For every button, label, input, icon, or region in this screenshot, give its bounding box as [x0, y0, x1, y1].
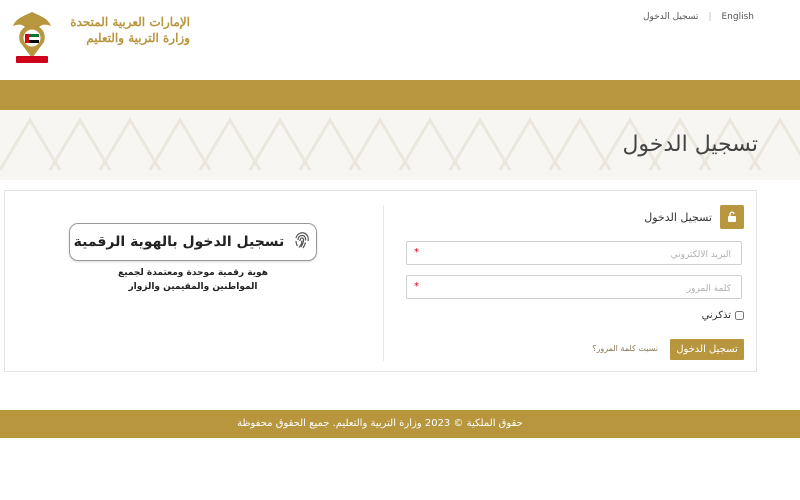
email-input[interactable] [407, 244, 741, 266]
site-footer: حقوق الملكية © 2023 وزارة التربية والتعل… [0, 410, 800, 438]
login-button[interactable]: تسجيل الدخول [670, 339, 744, 360]
top-login-link[interactable]: تسجيل الدخول [643, 12, 698, 22]
lock-icon [720, 205, 744, 229]
email-field: * [406, 241, 742, 266]
uaepass-description: هوية رقمية موحدة ومعتمدة لجميع المواطنين… [69, 266, 317, 294]
password-required-mark: * [414, 281, 419, 292]
uaepass-desc-line2: المواطنين والمقيمين والزوار [128, 282, 258, 292]
panel-divider [383, 205, 384, 361]
page-title: تسجيل الدخول [622, 132, 758, 157]
forgot-password-link[interactable]: نسيت كلمة المرور؟ [592, 344, 658, 353]
nav-bar [0, 80, 800, 110]
fingerprint-icon [292, 230, 312, 254]
uaepass-login-button[interactable]: تسجيل الدخول بالهوية الرقمية [69, 223, 317, 261]
form-title: تسجيل الدخول [644, 210, 712, 224]
password-field: * [406, 275, 742, 300]
language-english-link[interactable]: English [722, 12, 755, 22]
email-required-mark: * [414, 247, 419, 258]
uaepass-desc-line1: هوية رقمية موحدة ومعتمدة لجميع [118, 268, 268, 278]
remember-me-checkbox[interactable] [735, 311, 744, 320]
remember-me-label: تذكرني [701, 310, 731, 321]
org-name-line2: وزارة التربية والتعليم [86, 31, 190, 45]
top-links: تسجيل الدخول | English [643, 12, 754, 22]
organization-name: الإمارات العربية المتحدة وزارة التربية و… [60, 14, 190, 46]
footer-copyright: حقوق الملكية © 2023 وزارة التربية والتعل… [237, 418, 523, 429]
site-header: الإمارات العربية المتحدة وزارة التربية و… [0, 0, 800, 80]
uae-emblem-icon[interactable] [10, 8, 54, 66]
org-name-line1: الإمارات العربية المتحدة [70, 15, 190, 29]
form-header: تسجيل الدخول [644, 205, 744, 229]
password-input[interactable] [407, 278, 741, 300]
login-panel: تسجيل الدخول بالهوية الرقمية هوية رقمية … [4, 190, 757, 372]
uaepass-button-label: تسجيل الدخول بالهوية الرقمية [73, 234, 285, 250]
remember-me: تذكرني [702, 310, 744, 321]
link-separator: | [708, 12, 712, 22]
